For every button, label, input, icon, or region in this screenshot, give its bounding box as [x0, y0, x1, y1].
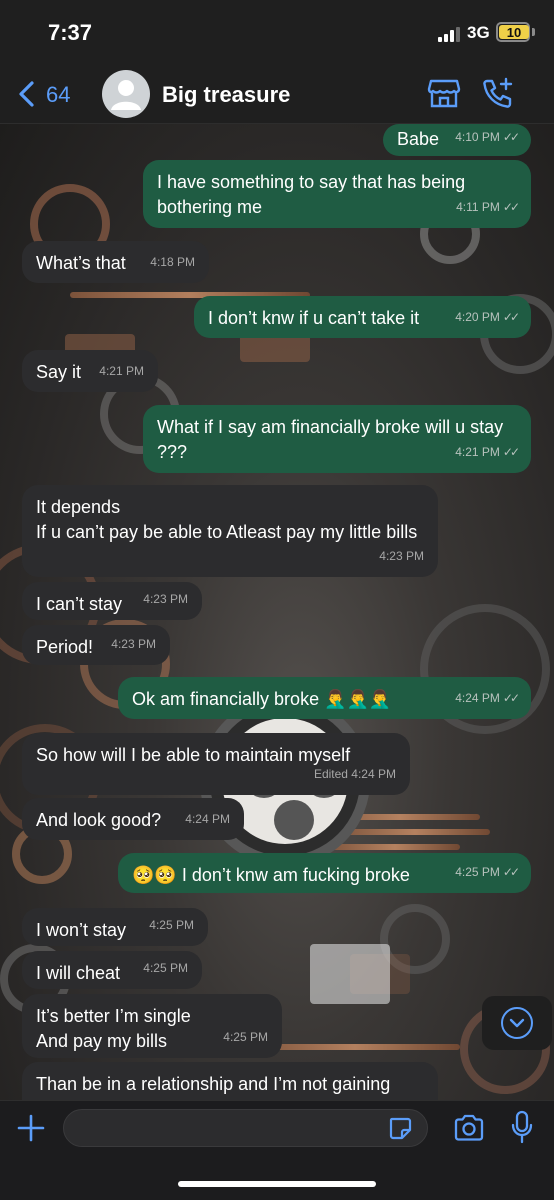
- chevron-down-icon: [501, 1007, 533, 1039]
- message-time: 4:18 PM: [150, 255, 195, 269]
- back-chevron-icon[interactable]: [16, 80, 38, 108]
- battery-level: 10: [499, 25, 529, 40]
- scroll-to-bottom-button[interactable]: [482, 996, 552, 1050]
- message-time: 4:21 PM: [99, 364, 144, 378]
- message-time: 4:23 PM: [143, 592, 188, 606]
- outgoing-message[interactable]: Ok am financially broke 🤦‍♂️🤦‍♂️🤦‍♂️ 4:24…: [118, 677, 531, 719]
- chat-header: 64 Big treasure: [0, 64, 554, 124]
- plus-icon[interactable]: [16, 1113, 46, 1143]
- incoming-message[interactable]: Than be in a relationship and I’m not ga…: [22, 1062, 438, 1100]
- outgoing-message[interactable]: I don’t knw if u can’t take it 4:20 PM ✓✓: [194, 296, 531, 338]
- message-timestamp: 4:25 PM: [149, 913, 194, 938]
- message-time: 4:23 PM: [111, 637, 156, 651]
- sticker-icon[interactable]: [388, 1116, 412, 1140]
- message-text: It depends If u can’t pay be able to Atl…: [36, 497, 418, 542]
- message-timestamp: 4:25 PM: [143, 956, 188, 981]
- back-unread-count[interactable]: 64: [46, 82, 70, 108]
- add-call-icon[interactable]: [481, 76, 515, 110]
- outgoing-message[interactable]: I have something to say that has being b…: [143, 160, 531, 228]
- message-timestamp: 4:24 PM ✓✓: [455, 686, 520, 711]
- message-time: 4:24 PM: [455, 691, 500, 705]
- message-time: 4:11 PM: [456, 200, 500, 214]
- incoming-message[interactable]: And look good? 4:24 PM: [22, 798, 244, 840]
- message-time: 4:25 PM: [455, 865, 500, 879]
- message-time: 4:24 PM: [185, 812, 230, 826]
- store-icon[interactable]: [427, 77, 461, 109]
- home-indicator: [178, 1181, 376, 1187]
- incoming-message[interactable]: I will cheat 4:25 PM: [22, 951, 202, 989]
- message-timestamp: 4:23 PM: [111, 632, 156, 657]
- read-receipt-icon: ✓✓: [502, 200, 520, 214]
- message-timestamp: 4:23 PM: [143, 587, 188, 612]
- message-time: 4:25 PM: [143, 961, 188, 975]
- message-timestamp: 4:20 PM ✓✓: [455, 305, 520, 330]
- status-bar: 7:37 3G 10: [0, 0, 554, 64]
- outgoing-message[interactable]: What if I say am financially broke will …: [143, 405, 531, 473]
- message-timestamp: Edited 4:24 PM: [314, 762, 396, 787]
- avatar[interactable]: [102, 70, 150, 118]
- incoming-message[interactable]: I can’t stay 4:23 PM: [22, 582, 202, 620]
- incoming-message[interactable]: Say it 4:21 PM: [22, 350, 158, 392]
- message-timestamp: 4:18 PM: [150, 250, 195, 275]
- message-timestamp: 4:21 PM ✓✓: [455, 440, 520, 465]
- contact-name[interactable]: Big treasure: [162, 82, 290, 108]
- read-receipt-icon: ✓✓: [502, 865, 520, 879]
- read-receipt-icon: ✓✓: [502, 445, 520, 459]
- message-time: Edited 4:24 PM: [313, 767, 396, 781]
- message-time: 4:25 PM: [149, 918, 194, 932]
- avatar-placeholder-icon: [111, 80, 141, 110]
- incoming-message[interactable]: Period! 4:23 PM: [22, 625, 170, 665]
- status-time: 7:37: [48, 20, 93, 45]
- message-timestamp: 4:24 PM: [185, 807, 230, 832]
- read-receipt-icon: ✓✓: [502, 130, 520, 144]
- read-receipt-icon: ✓✓: [502, 691, 520, 705]
- message-time: 4:21 PM: [455, 445, 500, 459]
- battery-icon: 10: [496, 22, 530, 42]
- message-input[interactable]: [63, 1109, 428, 1147]
- incoming-message[interactable]: So how will I be able to maintain myself…: [22, 733, 410, 795]
- message-time: 4:23 PM: [379, 549, 424, 563]
- outgoing-message[interactable]: 🥺🥺 I don’t knw am fucking broke 4:25 PM ✓✓: [118, 853, 531, 893]
- message-time: 4:25 PM: [223, 1030, 268, 1044]
- message-timestamp: 4:10 PM ✓✓: [455, 125, 520, 150]
- message-timestamp: 4:23 PM: [379, 544, 424, 569]
- microphone-icon[interactable]: [510, 1110, 534, 1144]
- signal-icon: [438, 26, 462, 42]
- incoming-message[interactable]: It’s better I’m single And pay my bills 4…: [22, 994, 282, 1058]
- message-timestamp: 4:25 PM ✓✓: [455, 860, 520, 885]
- message-timestamp: 4:25 PM: [223, 1025, 268, 1050]
- incoming-message[interactable]: It depends If u can’t pay be able to Atl…: [22, 485, 438, 577]
- incoming-message[interactable]: I won’t stay 4:25 PM: [22, 908, 208, 946]
- incoming-message[interactable]: What’s that 4:18 PM: [22, 241, 209, 283]
- message-text: Than be in a relationship and I’m not ga…: [36, 1074, 391, 1094]
- message-timestamp: 4:11 PM ✓✓: [456, 195, 520, 220]
- network-type: 3G: [467, 23, 490, 42]
- message-time: 4:10 PM: [455, 130, 500, 144]
- camera-icon[interactable]: [453, 1114, 485, 1142]
- outgoing-message[interactable]: Babe 4:10 PM ✓✓: [383, 124, 531, 156]
- battery-tip: [532, 28, 535, 36]
- read-receipt-icon: ✓✓: [502, 310, 520, 324]
- message-timestamp: 4:21 PM: [99, 359, 144, 384]
- message-time: 4:20 PM: [455, 310, 500, 324]
